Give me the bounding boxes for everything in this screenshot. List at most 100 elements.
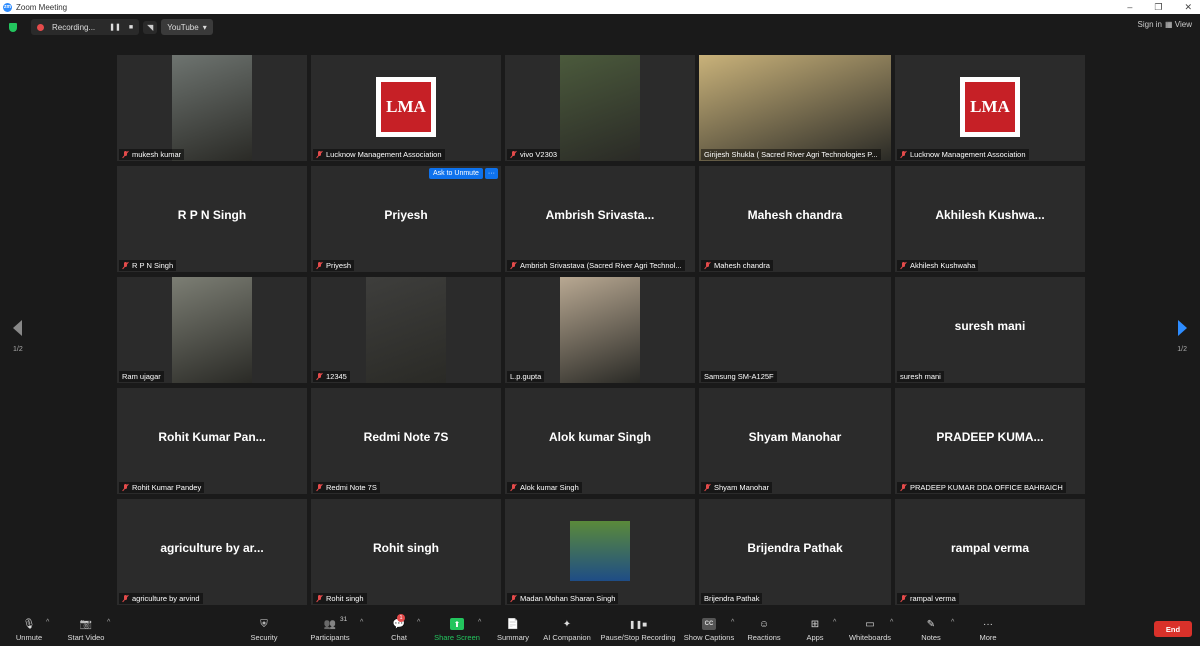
participant-display-name: Shyam Manohar — [748, 429, 842, 444]
video-options-chevron-icon[interactable]: ^ — [107, 619, 110, 626]
more-icon: ··· — [983, 618, 993, 630]
summary-button[interactable]: 📄 Summary — [495, 612, 531, 646]
page-indicator-right: 1/2 — [1177, 346, 1187, 353]
view-button[interactable]: ▦ View — [1165, 20, 1192, 29]
participant-tile[interactable]: LMA Lucknow Management Association — [311, 55, 501, 161]
ai-companion-button[interactable]: ✦ AI Companion — [541, 612, 593, 646]
youtube-stream-button[interactable]: YouTube ▾ — [161, 19, 213, 35]
notes-label: Notes — [921, 633, 941, 642]
youtube-stream-label: YouTube — [167, 22, 199, 32]
page-indicator-left: 1/2 — [13, 346, 23, 353]
participant-tile[interactable]: L.p.gupta — [505, 277, 695, 383]
pause-recording-icon[interactable]: ❚❚ — [109, 23, 121, 31]
participants-button[interactable]: 👥 31 Participants — [308, 612, 352, 646]
tile-more-options-icon[interactable]: ··· — [484, 168, 498, 179]
participant-tile[interactable]: suresh mani suresh mani — [895, 277, 1085, 383]
notes-button[interactable]: ✎ Notes — [920, 612, 942, 646]
participant-display-name: PRADEEP KUMA... — [936, 429, 1044, 444]
chat-chevron-icon[interactable]: ^ — [417, 619, 420, 626]
participant-name-text: Ram ujagar — [122, 372, 161, 381]
audio-options-chevron-icon[interactable]: ^ — [46, 619, 49, 626]
unmute-button[interactable]: 🎙 Unmute — [12, 612, 46, 646]
close-icon[interactable]: ✕ — [1184, 2, 1192, 13]
participant-name-text: Priyesh — [326, 261, 352, 270]
participant-tile[interactable]: Redmi Note 7S Redmi Note 7S — [311, 388, 501, 494]
participant-name-text: Samsung SM-A125F — [704, 372, 774, 381]
apps-label: Apps — [806, 633, 824, 642]
start-video-button[interactable]: 📷 Start Video — [66, 612, 106, 646]
participant-tile[interactable]: Shyam Manohar Shyam Manohar — [699, 388, 891, 494]
lma-logo-text: LMA — [965, 82, 1015, 132]
participant-tile[interactable]: vivo V2303 — [505, 55, 695, 161]
participant-tile[interactable]: Ram ujagar — [117, 277, 307, 383]
sign-in-link[interactable]: Sign in — [1138, 20, 1162, 29]
participant-name-text: Rohit Kumar Pandey — [132, 483, 202, 492]
show-captions-button[interactable]: CC Show Captions — [684, 612, 734, 646]
apps-button[interactable]: ⊞ Apps — [804, 612, 826, 646]
participant-tile[interactable]: Madan Mohan Sharan Singh — [505, 499, 695, 605]
participant-video — [560, 55, 640, 161]
participant-name-text: vivo V2303 — [520, 150, 558, 159]
security-button[interactable]: ⛨ Security — [248, 612, 280, 646]
participant-tile[interactable]: Ambrish Srivasta... Ambrish Srivastava (S… — [505, 166, 695, 272]
participant-tile[interactable]: R P N Singh R P N Singh — [117, 166, 307, 272]
share-screen-button[interactable]: ⬆ Share Screen — [433, 612, 481, 646]
minimize-icon[interactable]: – — [1127, 2, 1132, 12]
ask-to-unmute-button[interactable]: Ask to Unmute — [429, 168, 483, 179]
microphone-muted-icon — [510, 595, 517, 602]
participant-tile[interactable]: Brijendra Pathak Brijendra Pathak — [699, 499, 891, 605]
participant-name-label: Lucknow Management Association — [897, 149, 1029, 160]
participant-name-text: Rohit singh — [326, 594, 364, 603]
encryption-shield-icon[interactable] — [9, 22, 17, 32]
captions-chevron-icon[interactable]: ^ — [731, 619, 734, 626]
participant-tile[interactable]: Alok kumar Singh Alok kumar Singh — [505, 388, 695, 494]
participant-tile[interactable]: Akhilesh Kushwa... Akhilesh Kushwaha — [895, 166, 1085, 272]
participant-video — [699, 55, 891, 161]
participant-tile[interactable]: Rohit singh Rohit singh — [311, 499, 501, 605]
chat-button[interactable]: 💬 1 Chat — [388, 612, 410, 646]
participant-name-text: Shyam Manohar — [714, 483, 770, 492]
more-button[interactable]: ··· More — [977, 612, 999, 646]
notes-chevron-icon[interactable]: ^ — [951, 619, 954, 626]
apps-chevron-icon[interactable]: ^ — [833, 619, 836, 626]
participant-name-text: Ambrish Srivastava (Sacred River Agri Te… — [520, 261, 682, 270]
participant-name-label: Priyesh — [313, 260, 355, 271]
participant-tile[interactable]: rampal verma rampal verma — [895, 499, 1085, 605]
meeting-controls-bar: 🎙 Unmute ^ 📷 Start Video ^ ⛨ Security 👥 … — [0, 612, 1200, 646]
reactions-icon: ☺ — [758, 618, 770, 630]
participant-tile[interactable]: agriculture by ar... agriculture by arvin… — [117, 499, 307, 605]
participant-tile[interactable]: Girijesh Shukla ( Sacred River Agri Tech… — [699, 55, 891, 161]
participant-display-name: Rohit Kumar Pan... — [158, 429, 266, 444]
maximize-icon[interactable]: ❐ — [1154, 2, 1162, 13]
lma-logo-icon: LMA — [376, 77, 436, 137]
whiteboards-button[interactable]: ▭ Whiteboards — [848, 612, 892, 646]
participant-tile[interactable]: Rohit Kumar Pan... Rohit Kumar Pandey — [117, 388, 307, 494]
previous-page-arrow-icon[interactable] — [13, 320, 22, 336]
participant-name-text: Girijesh Shukla ( Sacred River Agri Tech… — [704, 150, 878, 159]
participant-tile[interactable]: Samsung SM-A125F — [699, 277, 891, 383]
microphone-muted-icon — [122, 151, 129, 158]
next-page-arrow-icon[interactable] — [1178, 320, 1187, 336]
microphone-muted-icon — [704, 484, 711, 491]
participant-name-text: Akhilesh Kushwaha — [910, 261, 976, 270]
participant-tile[interactable]: PRADEEP KUMA... PRADEEP KUMAR DDA OFFICE … — [895, 388, 1085, 494]
security-label: Security — [250, 633, 278, 642]
end-meeting-button[interactable]: End — [1154, 621, 1192, 637]
participant-tile[interactable]: 12345 — [311, 277, 501, 383]
participant-name-text: agriculture by arvind — [132, 594, 200, 603]
live-stream-icon[interactable]: ◥ — [143, 20, 158, 34]
participant-tile[interactable]: LMA Lucknow Management Association — [895, 55, 1085, 161]
participants-chevron-icon[interactable]: ^ — [360, 619, 363, 626]
participant-name-label: Rohit singh — [313, 593, 367, 604]
stop-recording-icon[interactable]: ■ — [129, 24, 133, 31]
whiteboards-chevron-icon[interactable]: ^ — [890, 619, 893, 626]
participant-tile[interactable]: Priyesh Ask to Unmute ··· Priyesh — [311, 166, 501, 272]
participant-tile[interactable]: Mahesh chandra Mahesh chandra — [699, 166, 891, 272]
reactions-button[interactable]: ☺ Reactions — [747, 612, 781, 646]
participant-tile[interactable]: mukesh kumar — [117, 55, 307, 161]
recording-status[interactable]: Recording... ❚❚ ■ — [31, 19, 140, 35]
participant-name-label: vivo V2303 — [507, 149, 561, 160]
microphone-muted-icon — [900, 484, 907, 491]
share-chevron-icon[interactable]: ^ — [478, 619, 481, 626]
pause-stop-recording-button[interactable]: ❚❚■ Pause/Stop Recording — [600, 612, 676, 646]
